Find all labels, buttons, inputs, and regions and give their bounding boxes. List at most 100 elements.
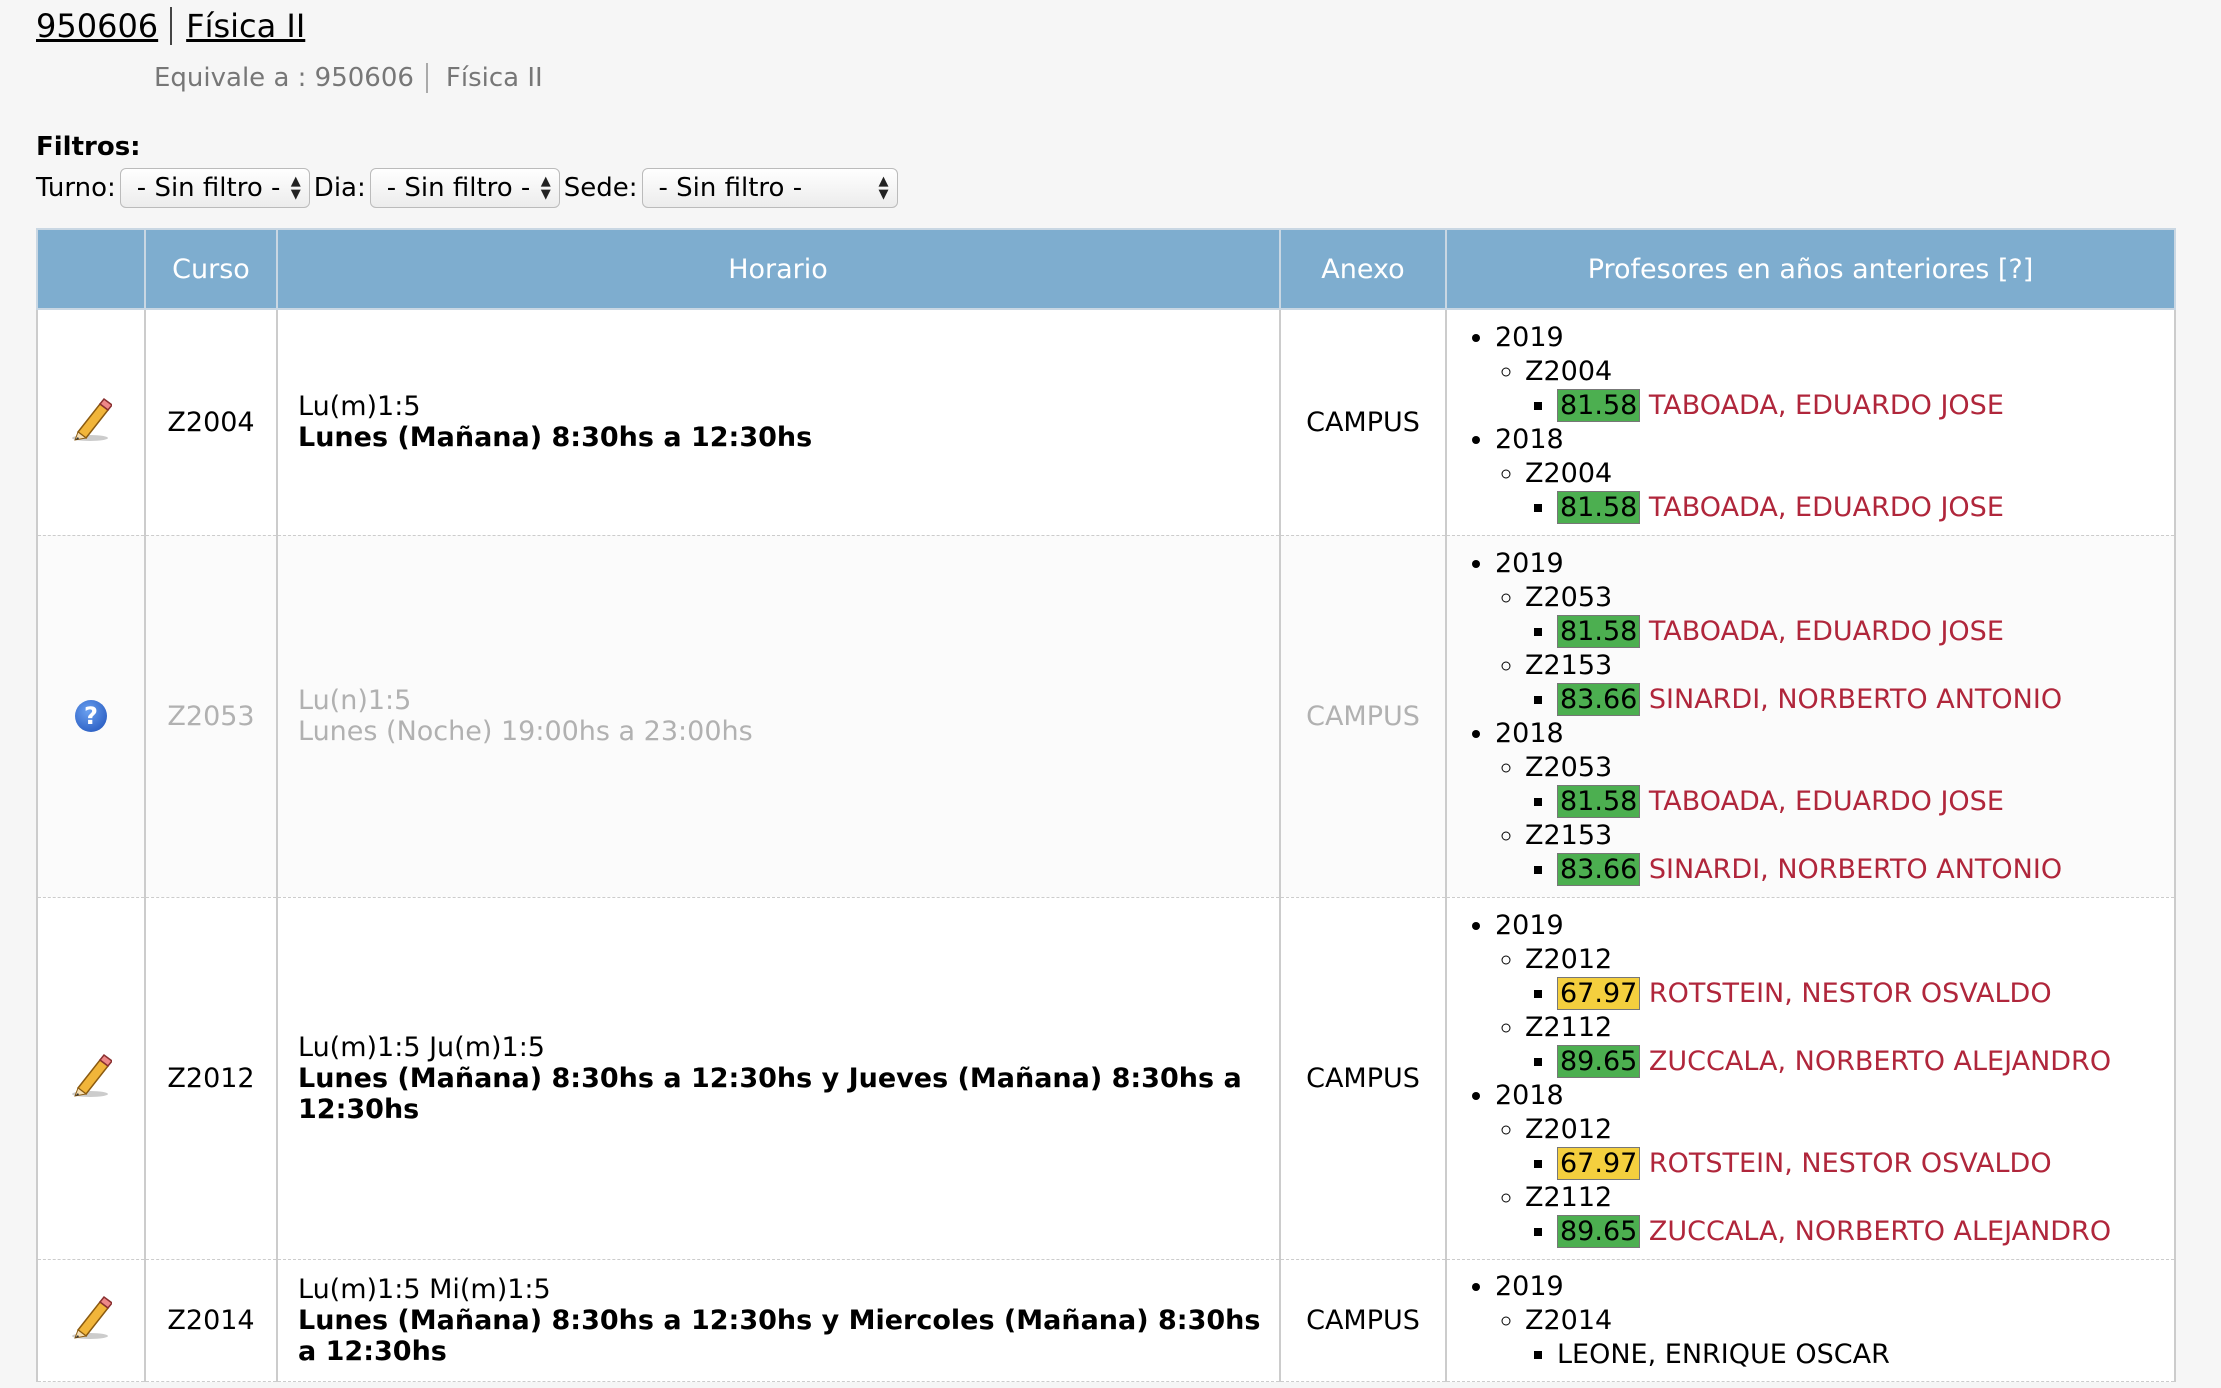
horario-cell: Lu(m)1:5 Lunes (Mañana) 8:30hs a 12:30hs xyxy=(276,308,1281,536)
turno-label: Turno: xyxy=(36,173,116,203)
professor-item: 83.66 SINARDI, NORBERTO ANTONIO xyxy=(1557,683,2174,717)
professor-link[interactable]: ROTSTEIN, NESTOR OSVALDO xyxy=(1649,1148,2052,1179)
horario-code: Lu(m)1:5 Ju(m)1:5 xyxy=(298,1031,545,1063)
rating-badge: 81.58 xyxy=(1557,785,1641,818)
professor-link[interactable]: ROTSTEIN, NESTOR OSVALDO xyxy=(1649,978,2052,1009)
dia-select[interactable]: - Sin filtro - ▲ ▼ xyxy=(369,168,560,208)
history-course-code: Z2053 xyxy=(1525,752,1613,783)
filters-heading: Filtros: xyxy=(36,132,141,162)
header-horario: Horario xyxy=(276,228,1281,310)
professor-link[interactable]: TABOADA, EDUARDO JOSE xyxy=(1649,390,2004,421)
profesores-cell: 2019Z2014LEONE, ENRIQUE OSCAR xyxy=(1445,1258,2176,1382)
history-year: 2018Z200481.58 TABOADA, EDUARDO JOSE xyxy=(1495,423,2174,525)
subject-title: 950606 Física II xyxy=(36,4,2176,48)
select-arrows-icon: ▲ ▼ xyxy=(540,174,551,202)
history-course: Z215383.66 SINARDI, NORBERTO ANTONIO xyxy=(1525,649,2174,717)
rating-badge: 89.65 xyxy=(1557,1215,1641,1248)
rating-badge: 81.58 xyxy=(1557,491,1641,525)
row-action-cell xyxy=(36,308,146,536)
profesores-cell: 2019Z205381.58 TABOADA, EDUARDO JOSEZ215… xyxy=(1445,534,2176,898)
history-course: Z211289.65 ZUCCALA, NORBERTO ALEJANDRO xyxy=(1525,1181,2174,1249)
pencil-icon[interactable] xyxy=(70,1294,112,1340)
history-course: Z201267.97 ROTSTEIN, NESTOR OSVALDO xyxy=(1525,943,2174,1011)
history-course: Z200481.58 TABOADA, EDUARDO JOSE xyxy=(1525,457,2174,525)
profesores-cell: 2019Z201267.97 ROTSTEIN, NESTOR OSVALDOZ… xyxy=(1445,896,2176,1260)
history-course: Z205381.58 TABOADA, EDUARDO JOSE xyxy=(1525,751,2174,819)
professor-item: 67.97 ROTSTEIN, NESTOR OSVALDO xyxy=(1557,977,2174,1011)
professor-link[interactable]: TABOADA, EDUARDO JOSE xyxy=(1649,492,2004,523)
professor-link[interactable]: TABOADA, EDUARDO JOSE xyxy=(1649,616,2004,647)
professor-link[interactable]: ZUCCALA, NORBERTO ALEJANDRO xyxy=(1649,1046,2111,1077)
rating-badge: 81.58 xyxy=(1557,615,1641,648)
curso-cell: Z2053 xyxy=(144,534,278,898)
sede-select-value: - Sin filtro - xyxy=(658,173,803,203)
horario-cell: Lu(m)1:5 Ju(m)1:5 Lunes (Mañana) 8:30hs … xyxy=(276,896,1281,1260)
header-profesores[interactable]: Profesores en años anteriores [?] xyxy=(1445,228,2176,310)
year-label: 2019 xyxy=(1495,1271,1564,1302)
anexo-cell: CAMPUS xyxy=(1279,308,1447,536)
horario-code: Lu(m)1:5 xyxy=(298,391,421,423)
history-year: 2018Z205381.58 TABOADA, EDUARDO JOSEZ215… xyxy=(1495,717,2174,887)
anexo-cell: CAMPUS xyxy=(1279,534,1447,898)
table-row: Z2014 Lu(m)1:5 Mi(m)1:5 Lunes (Mañana) 8… xyxy=(36,1258,2176,1382)
rating-badge: 83.66 xyxy=(1557,853,1641,886)
year-label: 2018 xyxy=(1495,718,1564,749)
professor-link[interactable]: ZUCCALA, NORBERTO ALEJANDRO xyxy=(1649,1216,2111,1247)
turno-select-value: - Sin filtro - xyxy=(136,173,281,203)
professor-item: 83.66 SINARDI, NORBERTO ANTONIO xyxy=(1557,853,2174,887)
professor-link[interactable]: SINARDI, NORBERTO ANTONIO xyxy=(1649,854,2062,885)
professor-link[interactable]: TABOADA, EDUARDO JOSE xyxy=(1649,786,2004,817)
equivalence-line: Equivale a : 950606 Física II xyxy=(154,58,2176,98)
pencil-icon[interactable] xyxy=(70,396,112,442)
year-label: 2019 xyxy=(1495,322,1564,354)
page: 950606 Física II Equivale a : 950606 Fís… xyxy=(36,0,2176,1382)
history-course-code: Z2053 xyxy=(1525,582,1613,613)
history-year: 2019Z2014LEONE, ENRIQUE OSCAR xyxy=(1495,1270,2174,1372)
year-label: 2018 xyxy=(1495,1080,1564,1111)
professor-item: 67.97 ROTSTEIN, NESTOR OSVALDO xyxy=(1557,1147,2174,1181)
sede-label: Sede: xyxy=(563,173,638,203)
sede-select[interactable]: - Sin filtro - ▲ ▼ xyxy=(641,168,898,208)
anexo-cell: CAMPUS xyxy=(1279,896,1447,1260)
table-row: ? Z2053 Lu(n)1:5 Lunes (Noche) 19:00hs a… xyxy=(36,534,2176,898)
table-row: Z2004 Lu(m)1:5 Lunes (Mañana) 8:30hs a 1… xyxy=(36,308,2176,536)
subject-name-link[interactable]: Física II xyxy=(186,7,305,45)
equivalence-label: Equivale a : 950606 xyxy=(154,63,414,93)
history-course-code: Z2112 xyxy=(1525,1182,1613,1213)
horario-code: Lu(n)1:5 xyxy=(298,685,412,716)
history-course-code: Z2004 xyxy=(1525,458,1613,490)
header-icon-col xyxy=(36,228,146,310)
horario-text: Lunes (Mañana) 8:30hs a 12:30hs xyxy=(298,422,813,454)
curso-cell: Z2012 xyxy=(144,896,278,1260)
history-list: 2019Z2014LEONE, ENRIQUE OSCAR xyxy=(1461,1262,2174,1378)
horario-cell: Lu(m)1:5 Mi(m)1:5 Lunes (Mañana) 8:30hs … xyxy=(276,1258,1281,1382)
rating-badge: 67.97 xyxy=(1557,1147,1641,1180)
horario-code: Lu(m)1:5 Mi(m)1:5 xyxy=(298,1273,551,1305)
subject-code-link[interactable]: 950606 xyxy=(36,7,158,45)
professor-link[interactable]: SINARDI, NORBERTO ANTONIO xyxy=(1649,684,2062,715)
rating-badge: 67.97 xyxy=(1557,977,1641,1010)
turno-select[interactable]: - Sin filtro - ▲ ▼ xyxy=(119,168,310,208)
horario-text: Lunes (Mañana) 8:30hs a 12:30hs y Mierco… xyxy=(298,1304,1261,1367)
history-course: Z2014LEONE, ENRIQUE OSCAR xyxy=(1525,1304,2174,1372)
history-course: Z200481.58 TABOADA, EDUARDO JOSE xyxy=(1525,355,2174,423)
professor-item: 89.65 ZUCCALA, NORBERTO ALEJANDRO xyxy=(1557,1045,2174,1079)
horario-text: Lunes (Noche) 19:00hs a 23:00hs xyxy=(298,716,753,747)
history-course: Z211289.65 ZUCCALA, NORBERTO ALEJANDRO xyxy=(1525,1011,2174,1079)
history-course-code: Z2153 xyxy=(1525,650,1613,681)
history-course-code: Z2012 xyxy=(1525,1114,1613,1145)
history-list: 2019Z200481.58 TABOADA, EDUARDO JOSE2018… xyxy=(1461,313,2174,531)
equivalence-name: Física II xyxy=(445,63,543,93)
pencil-icon[interactable] xyxy=(70,1052,112,1098)
history-course-code: Z2153 xyxy=(1525,820,1613,851)
history-course: Z201267.97 ROTSTEIN, NESTOR OSVALDO xyxy=(1525,1113,2174,1181)
dia-label: Dia: xyxy=(313,173,366,203)
professor-item: 89.65 ZUCCALA, NORBERTO ALEJANDRO xyxy=(1557,1215,2174,1249)
equivalence-separator xyxy=(425,63,428,93)
history-course-code: Z2004 xyxy=(1525,356,1613,388)
row-action-cell: ? xyxy=(36,534,146,898)
history-year: 2019Z201267.97 ROTSTEIN, NESTOR OSVALDOZ… xyxy=(1495,909,2174,1079)
year-label: 2019 xyxy=(1495,548,1564,579)
question-icon[interactable]: ? xyxy=(75,700,107,732)
filters-bar: Turno: - Sin filtro - ▲ ▼ Dia: - Sin filt… xyxy=(36,166,2176,210)
